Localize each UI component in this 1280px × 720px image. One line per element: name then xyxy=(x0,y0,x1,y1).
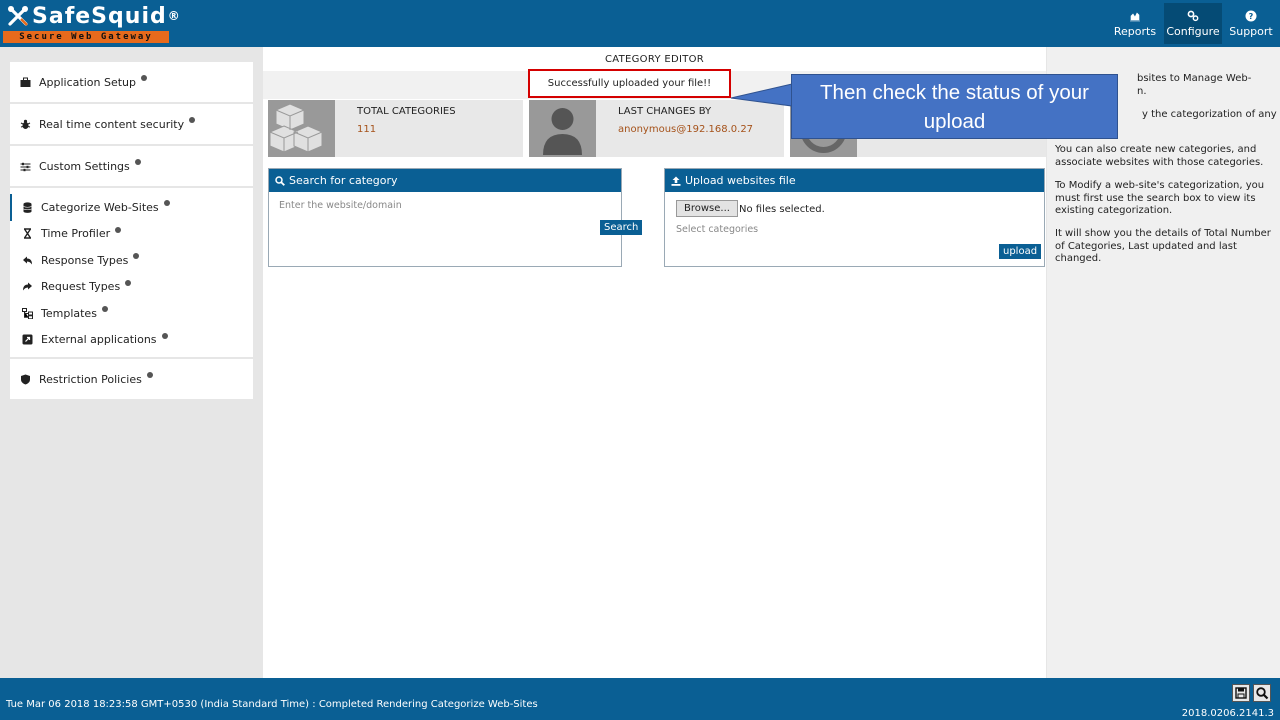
sidebar-item-application-setup[interactable]: Application Setup xyxy=(10,62,253,102)
sidebar-item-templates[interactable]: Templates xyxy=(10,300,253,327)
info-icon[interactable] xyxy=(101,306,108,313)
custom-settings-submenu: Categorize Web-Sites Time Profiler Respo… xyxy=(10,188,253,357)
status-footer: Tue Mar 06 2018 18:23:58 GMT+0530 (India… xyxy=(0,678,1280,720)
briefcase-icon xyxy=(20,77,31,87)
sidebar-item-custom-settings[interactable]: Custom Settings xyxy=(10,146,253,186)
browse-button[interactable]: Browse... xyxy=(676,200,738,217)
chart-icon xyxy=(1130,11,1140,21)
categories-select[interactable]: Select categories xyxy=(676,224,758,235)
help-text: To Modify a web-site's categorization, y… xyxy=(1055,180,1265,216)
nav-support[interactable]: ? Support xyxy=(1222,3,1280,44)
top-header: SafeSquid ® Secure Web Gateway Reports Co… xyxy=(0,0,1280,47)
sidebar-item-time-profiler[interactable]: Time Profiler xyxy=(10,221,253,248)
search-icon xyxy=(275,175,285,186)
callout-annotation: Then check the status of your upload xyxy=(791,74,1118,139)
panel-header: Search for category xyxy=(269,169,621,192)
search-button[interactable]: Search xyxy=(600,220,643,235)
stat-total-categories: TOTAL CATEGORIES 111 xyxy=(268,100,523,157)
sidebar-item-restriction-policies[interactable]: Restriction Policies xyxy=(10,359,253,399)
external-link-icon xyxy=(22,334,33,345)
status-text: Tue Mar 06 2018 18:23:58 GMT+0530 (India… xyxy=(6,699,538,710)
callout-text: Then check the status of your upload xyxy=(820,80,1089,133)
upload-icon xyxy=(671,176,681,186)
hourglass-icon xyxy=(23,228,32,239)
info-icon[interactable] xyxy=(140,75,147,81)
info-icon[interactable] xyxy=(163,200,170,207)
help-text: n. xyxy=(1137,86,1147,97)
stat-value: 111 xyxy=(357,124,377,135)
info-icon[interactable] xyxy=(189,117,196,123)
panel-header: Upload websites file xyxy=(665,169,1044,192)
info-icon[interactable] xyxy=(146,372,153,378)
search-icon[interactable] xyxy=(1253,684,1271,702)
search-category-panel: Search for category Enter the website/do… xyxy=(268,168,643,267)
question-icon: ? xyxy=(1245,10,1257,21)
version-number: 2018.0206.2141.3 xyxy=(1181,708,1274,719)
user-avatar-icon xyxy=(529,100,596,157)
info-icon[interactable] xyxy=(133,253,140,260)
svg-text:?: ? xyxy=(1249,12,1254,21)
help-text: You can also create new categories, and … xyxy=(1055,144,1264,168)
upload-websites-panel: Upload websites file Browse... No files … xyxy=(664,168,1045,267)
cogs-icon xyxy=(1187,10,1199,21)
info-icon[interactable] xyxy=(161,332,168,339)
nav-reports[interactable]: Reports xyxy=(1106,3,1164,44)
help-text: y the categorization of any xyxy=(1142,109,1277,120)
stat-value: anonymous@192.168.0.27 xyxy=(618,124,754,135)
cubes-icon xyxy=(268,100,335,157)
logo-name: SafeSquid xyxy=(32,3,167,29)
help-panel: bsites to Manage Web- n. y the categoriz… xyxy=(1047,47,1280,678)
sidebar-item-real-time-content-security[interactable]: Real time content security xyxy=(10,104,253,144)
sitemap-icon xyxy=(22,307,33,319)
main-content: CATEGORY EDITOR Successfully uploaded yo… xyxy=(263,47,1046,678)
search-input[interactable]: Enter the website/domain xyxy=(279,200,402,211)
upload-success-message: Successfully uploaded your file!! xyxy=(528,69,731,98)
sliders-icon xyxy=(20,162,31,171)
share-icon xyxy=(23,282,32,291)
help-text: bsites to Manage Web- xyxy=(1137,73,1252,84)
database-icon xyxy=(23,202,32,213)
bug-icon xyxy=(20,119,31,129)
top-nav: Reports Configure ? Support xyxy=(1106,3,1280,44)
sidebar-item-external-applications[interactable]: External applications xyxy=(10,327,253,354)
upload-button[interactable]: upload xyxy=(999,244,1042,259)
shield-icon xyxy=(21,374,30,384)
logo-registered: ® xyxy=(167,9,181,23)
left-sidebar: Application Setup Real time content secu… xyxy=(10,62,253,401)
stat-label: TOTAL CATEGORIES xyxy=(357,106,456,117)
info-icon[interactable] xyxy=(134,159,141,165)
sidebar-item-categorize-web-sites[interactable]: Categorize Web-Sites xyxy=(10,194,253,221)
save-icon[interactable] xyxy=(1232,684,1250,702)
help-text: It will show you the details of Total Nu… xyxy=(1055,228,1271,264)
reply-icon xyxy=(23,256,32,265)
info-icon[interactable] xyxy=(115,226,122,233)
sidebar-item-request-types[interactable]: Request Types xyxy=(10,274,253,301)
file-status: No files selected. xyxy=(739,204,825,215)
stat-last-changes-by: LAST CHANGES BY anonymous@192.168.0.27 xyxy=(529,100,784,157)
safesquid-logo[interactable]: SafeSquid ® Secure Web Gateway xyxy=(3,2,180,44)
logo-tagline: Secure Web Gateway xyxy=(3,31,169,43)
stat-label: LAST CHANGES BY xyxy=(618,106,712,117)
nav-configure[interactable]: Configure xyxy=(1164,3,1222,44)
info-icon[interactable] xyxy=(125,279,132,286)
tools-icon xyxy=(8,6,28,26)
page-title: CATEGORY EDITOR xyxy=(604,54,705,65)
sidebar-item-response-types[interactable]: Response Types xyxy=(10,247,253,274)
